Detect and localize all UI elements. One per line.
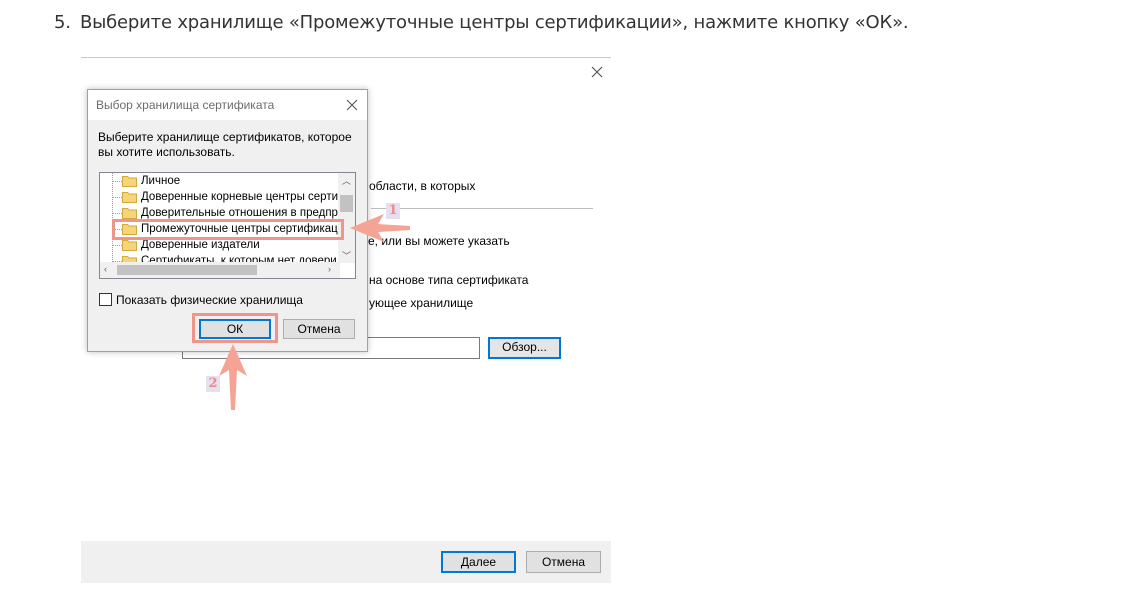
arrow-1 xyxy=(350,214,410,242)
step-badge-2: 2 xyxy=(206,376,220,392)
step-badge-1: 1 xyxy=(386,203,400,219)
arrow-2 xyxy=(219,344,247,410)
annotation-arrows xyxy=(219,214,410,410)
